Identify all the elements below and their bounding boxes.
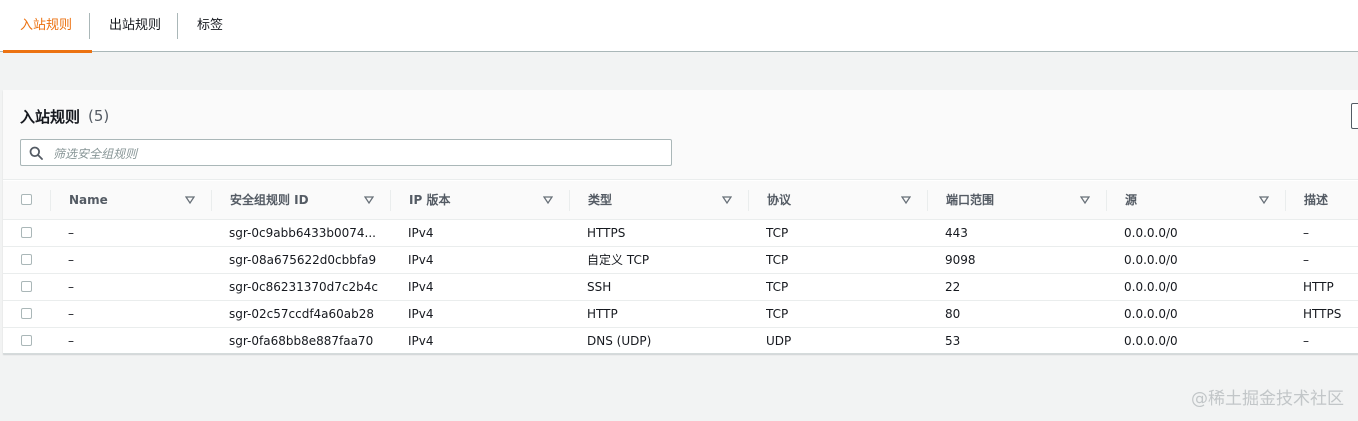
column-divider [1285, 190, 1286, 211]
cell-description: – [1303, 226, 1309, 240]
cell-protocol: TCP [766, 307, 789, 321]
column-header-rule-id[interactable]: 安全组规则 ID [230, 181, 309, 220]
sort-icon[interactable] [185, 195, 195, 205]
column-divider [50, 190, 51, 211]
row-checkbox[interactable] [21, 335, 32, 346]
column-divider [211, 190, 212, 211]
search-icon [29, 146, 43, 160]
cell-ip-version: IPv4 [408, 280, 434, 294]
cell-type: 自定义 TCP [587, 253, 650, 267]
cell-description: HTTP [1303, 280, 1334, 294]
inbound-rules-panel: 入站规则 (5) Name 安全组规则 ID IP 版本 类型 协议 端口范围 [3, 90, 1358, 354]
column-header-description[interactable]: 描述 [1304, 181, 1328, 220]
cell-name: – [68, 280, 74, 294]
cell-port-range: 80 [945, 307, 961, 321]
cell-name: – [68, 226, 74, 240]
sort-icon[interactable] [1080, 195, 1090, 205]
column-header-name[interactable]: Name [69, 181, 108, 220]
panel-action-button[interactable] [1351, 103, 1358, 129]
watermark: @稀土掘金技术社区 [1191, 389, 1344, 409]
cell-rule-id[interactable]: sgr-0fa68bb8e887faa70 [229, 328, 379, 354]
cell-description: – [1303, 334, 1309, 348]
sort-icon[interactable] [543, 195, 553, 205]
table-row[interactable]: – sgr-08a675622d0cbbfa9 IPv4 自定义 TCP TCP… [3, 247, 1358, 274]
cell-protocol: UDP [766, 334, 792, 348]
column-divider [748, 190, 749, 211]
cell-port-range: 22 [945, 280, 961, 294]
column-header-protocol[interactable]: 协议 [767, 181, 791, 220]
panel-header: 入站规则 (5) [3, 90, 1358, 180]
cell-ip-version: IPv4 [408, 253, 434, 267]
sort-icon[interactable] [901, 195, 911, 205]
cell-rule-id[interactable]: sgr-0c9abb6433b0074... [229, 220, 379, 246]
cell-protocol: TCP [766, 280, 789, 294]
cell-name: – [68, 253, 74, 267]
cell-description: – [1303, 253, 1309, 267]
filter-search-box[interactable] [20, 139, 672, 166]
column-header-ip-version[interactable]: IP 版本 [409, 181, 450, 220]
cell-source: 0.0.0.0/0 [1124, 226, 1178, 240]
cell-type: SSH [587, 280, 612, 294]
table-row[interactable]: – sgr-0c86231370d7c2b4c IPv4 SSH TCP 22 … [3, 274, 1358, 301]
sort-icon[interactable] [364, 195, 374, 205]
cell-ip-version: IPv4 [408, 307, 434, 321]
table-row[interactable]: – sgr-02c57ccdf4a60ab28 IPv4 HTTP TCP 80… [3, 301, 1358, 328]
column-header-port-range[interactable]: 端口范围 [946, 181, 994, 220]
cell-source: 0.0.0.0/0 [1124, 280, 1178, 294]
cell-source: 0.0.0.0/0 [1124, 334, 1178, 348]
cell-type: DNS (UDP) [587, 334, 652, 348]
row-checkbox[interactable] [21, 254, 32, 265]
row-checkbox[interactable] [21, 308, 32, 319]
table-row[interactable]: – sgr-0fa68bb8e887faa70 IPv4 DNS (UDP) U… [3, 328, 1358, 355]
tab-tags[interactable]: 标签 [177, 0, 243, 52]
cell-type: HTTP [587, 307, 618, 321]
cell-rule-id[interactable]: sgr-08a675622d0cbbfa9 [229, 247, 379, 273]
column-divider [390, 190, 391, 211]
column-divider [1106, 190, 1107, 211]
rule-count: (5) [88, 107, 110, 125]
tab-inbound-rules[interactable]: 入站规则 [0, 0, 93, 53]
cell-source: 0.0.0.0/0 [1124, 253, 1178, 267]
column-header-source[interactable]: 源 [1125, 181, 1137, 220]
cell-type: HTTPS [587, 226, 626, 240]
filter-search-input[interactable] [51, 143, 655, 164]
cell-ip-version: IPv4 [408, 334, 434, 348]
cell-port-range: 53 [945, 334, 961, 348]
panel-title: 入站规则 [20, 108, 81, 126]
cell-rule-id[interactable]: sgr-0c86231370d7c2b4c [229, 274, 379, 300]
column-header-type[interactable]: 类型 [588, 181, 612, 220]
sort-icon[interactable] [722, 195, 732, 205]
tab-outbound-rules[interactable]: 出站规则 [89, 0, 181, 52]
column-divider [927, 190, 928, 211]
cell-source: 0.0.0.0/0 [1124, 307, 1178, 321]
cell-ip-version: IPv4 [408, 226, 434, 240]
sort-icon[interactable] [1259, 195, 1269, 205]
cell-rule-id[interactable]: sgr-02c57ccdf4a60ab28 [229, 301, 379, 327]
cell-port-range: 443 [945, 226, 968, 240]
cell-protocol: TCP [766, 226, 789, 240]
cell-protocol: TCP [766, 253, 789, 267]
table-header: Name 安全组规则 ID IP 版本 类型 协议 端口范围 源 描述 [3, 181, 1358, 220]
cell-description: HTTPS [1303, 307, 1342, 321]
row-checkbox[interactable] [21, 281, 32, 292]
select-all-checkbox[interactable] [21, 194, 32, 205]
table-row[interactable]: – sgr-0c9abb6433b0074... IPv4 HTTPS TCP … [3, 220, 1358, 247]
cell-port-range: 9098 [945, 253, 976, 267]
cell-name: – [68, 307, 74, 321]
tab-bar: 入站规则 出站规则 标签 [0, 0, 1358, 53]
column-divider [569, 190, 570, 211]
cell-name: – [68, 334, 74, 348]
row-checkbox[interactable] [21, 227, 32, 238]
